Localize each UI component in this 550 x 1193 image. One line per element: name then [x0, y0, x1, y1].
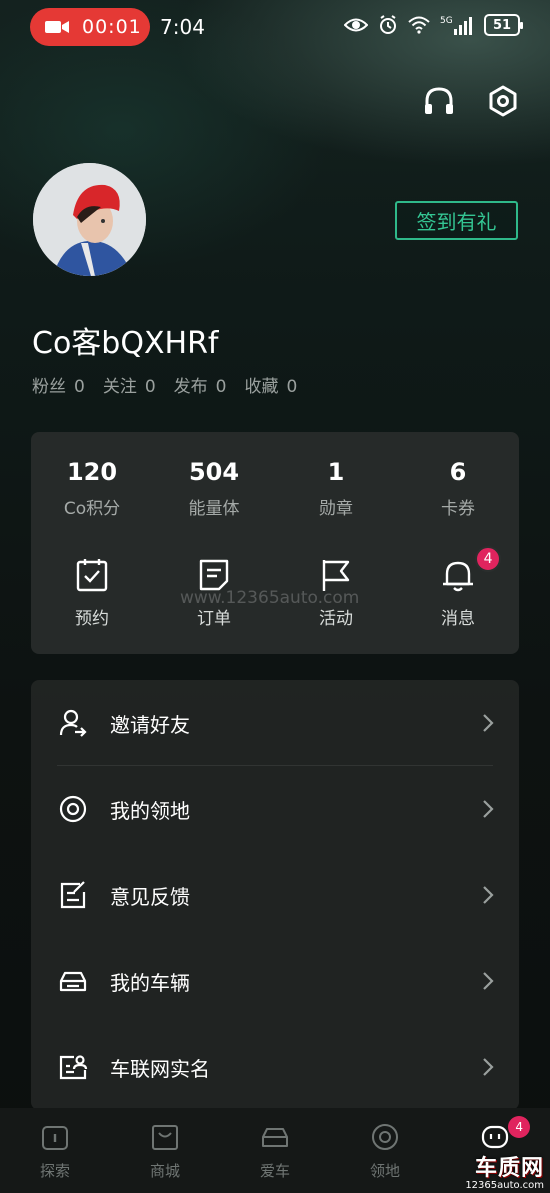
stat-value: 504 — [188, 458, 240, 486]
stat-label: 勋章 — [319, 499, 353, 519]
action-label: 消息 — [441, 609, 475, 629]
nav-territory[interactable]: 领地 — [330, 1108, 440, 1193]
menu-item-feedback[interactable]: 意见反馈 — [31, 852, 519, 938]
chevron-right-icon — [483, 1058, 494, 1076]
screen-record-pill[interactable]: 00:01 — [30, 8, 150, 46]
social-following[interactable]: 关注 0 — [103, 372, 156, 397]
logo-brand: 车质网 — [474, 1156, 544, 1181]
id-card-icon — [59, 1055, 88, 1080]
menu-label: 我的车辆 — [110, 970, 190, 995]
battery-indicator: 51 — [484, 14, 523, 36]
username: Co客bQXHRf — [32, 326, 219, 361]
avatar[interactable] — [33, 163, 146, 276]
chevron-right-icon — [483, 972, 494, 990]
territory-icon — [59, 795, 87, 823]
stat-label: Co积分 — [63, 499, 121, 519]
notification-badge: 4 — [475, 546, 502, 572]
nav-explore[interactable]: 探索 — [0, 1108, 110, 1193]
signal-icon: 5G — [440, 16, 472, 35]
feedback-icon — [60, 881, 86, 909]
wifi-icon — [408, 16, 430, 34]
nav-label: 爱车 — [259, 1162, 290, 1180]
nav-label: 商城 — [149, 1162, 180, 1180]
menu-item-telematics-realname[interactable]: 车联网实名 — [31, 1024, 519, 1110]
top-actions — [422, 84, 520, 118]
chevron-right-icon — [483, 886, 494, 904]
social-fans[interactable]: 粉丝 0 — [32, 372, 85, 397]
shop-icon — [152, 1125, 178, 1150]
clock: 7:04 — [160, 15, 205, 39]
logo-site: 12365auto.com — [465, 1180, 544, 1191]
chevron-right-icon — [483, 800, 494, 818]
menu-label: 车联网实名 — [110, 1056, 210, 1081]
menu-label: 我的领地 — [110, 798, 190, 823]
action-messages[interactable]: 4 消息 — [397, 546, 519, 629]
stat-label: 卡券 — [441, 499, 475, 519]
avatar-image — [33, 163, 146, 276]
nav-shop[interactable]: 商城 — [110, 1108, 220, 1193]
record-time: 00:01 — [82, 16, 142, 38]
video-camera-icon — [45, 21, 69, 33]
menu-item-invite[interactable]: 邀请好友 — [31, 680, 519, 766]
menu-label: 意见反馈 — [110, 884, 190, 909]
invite-user-icon — [59, 709, 87, 737]
status-bar: 00:01 7:04 5G 51 — [0, 0, 550, 56]
menu-label: 邀请好友 — [110, 712, 190, 737]
territory-icon — [372, 1124, 398, 1150]
social-stats: 粉丝 0 关注 0 发布 0 收藏 0 — [32, 372, 297, 397]
car-icon — [262, 1128, 288, 1147]
network-type: 5G — [440, 16, 453, 26]
action-booking[interactable]: 预约 — [31, 556, 153, 629]
menu-item-territory[interactable]: 我的领地 — [31, 766, 519, 852]
stat-value: 120 — [66, 458, 118, 486]
explore-icon — [42, 1126, 68, 1150]
nav-label: 探索 — [39, 1162, 70, 1180]
watermark: www.12365auto.com — [180, 588, 360, 608]
stat-energy[interactable]: 504 能量体 — [153, 458, 275, 519]
alarm-icon — [380, 15, 396, 34]
menu-card: 邀请好友 我的领地 意见反馈 我的车辆 车联网实名 — [31, 680, 519, 1110]
status-icons: 5G 51 — [344, 14, 523, 36]
social-favorites[interactable]: 收藏 0 — [244, 372, 297, 397]
headset-icon[interactable] — [422, 84, 456, 118]
calendar-check-icon — [76, 559, 108, 592]
stats-row: 120 Co积分 504 能量体 1 勋章 6 卡券 — [31, 458, 519, 519]
bell-icon — [443, 561, 473, 592]
nav-badge: 4 — [508, 1116, 531, 1138]
stat-medals[interactable]: 1 勋章 — [275, 458, 397, 519]
action-label: 预约 — [75, 609, 109, 629]
menu-item-my-vehicle[interactable]: 我的车辆 — [31, 938, 519, 1024]
stat-label: 能量体 — [188, 499, 240, 519]
stat-value: 6 — [449, 458, 467, 486]
stat-coupons[interactable]: 6 卡券 — [397, 458, 519, 519]
chat-icon — [481, 1125, 509, 1149]
social-posts[interactable]: 发布 0 — [174, 372, 227, 397]
nav-car[interactable]: 爱车 — [220, 1108, 330, 1193]
stat-value: 1 — [327, 458, 345, 486]
settings-icon[interactable] — [486, 84, 520, 118]
chevron-right-icon — [483, 714, 494, 732]
stat-points[interactable]: 120 Co积分 — [31, 458, 153, 519]
checkin-reward-button[interactable]: 签到有礼 — [395, 201, 518, 240]
assets-card: 120 Co积分 504 能量体 1 勋章 6 卡券 预约 订单 活动 4 消息 — [31, 432, 519, 654]
nav-label: 领地 — [369, 1162, 400, 1180]
corner-watermark-logo: 车质网 12365auto.com — [454, 1150, 544, 1191]
car-icon — [59, 971, 87, 992]
eye-icon — [344, 18, 368, 32]
